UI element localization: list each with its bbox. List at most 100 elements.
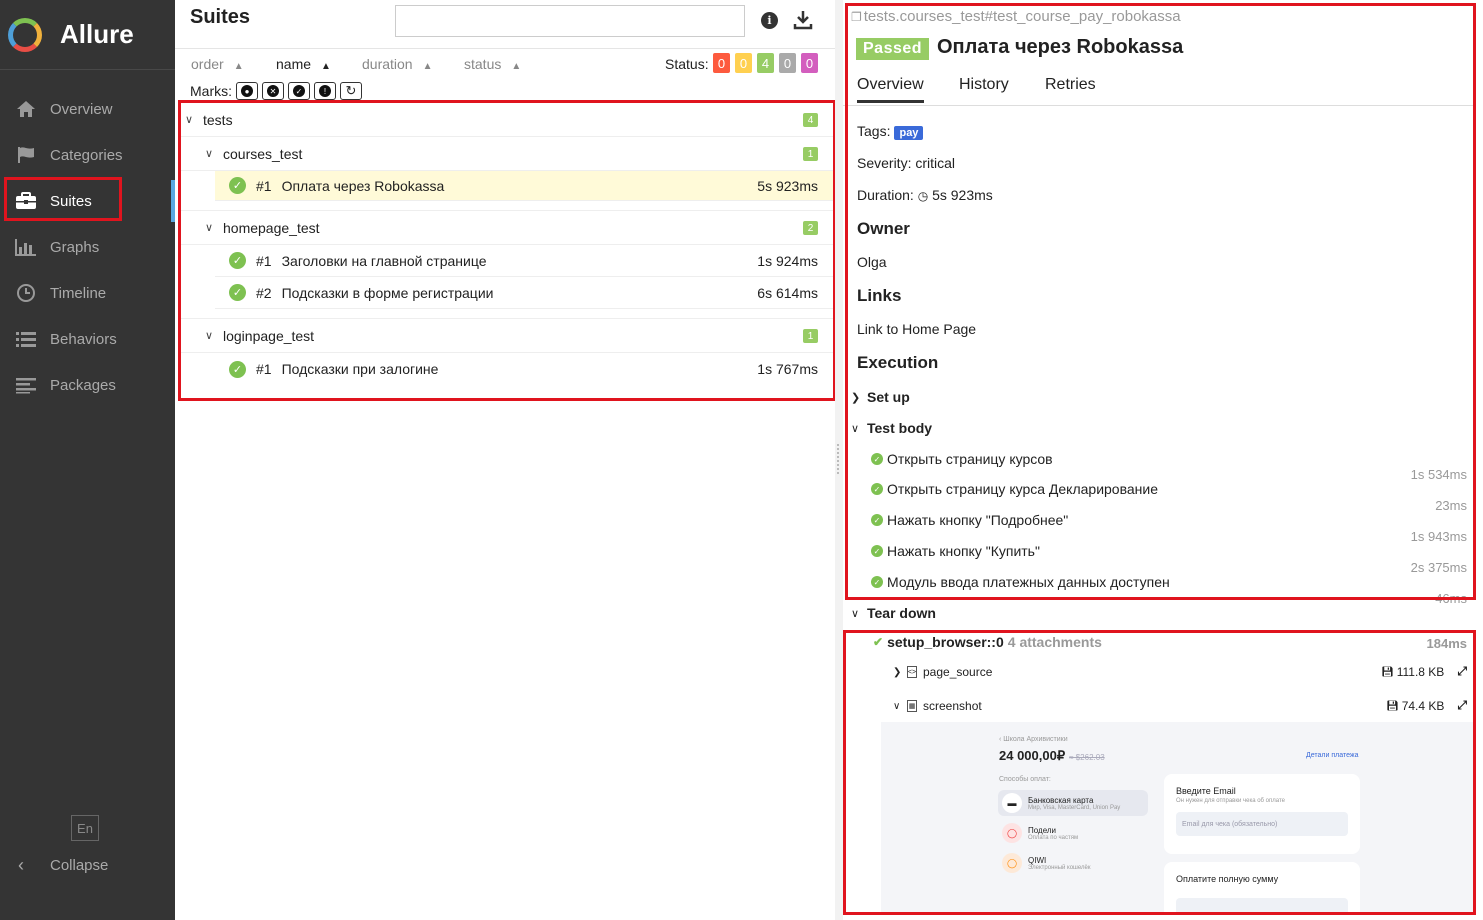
- sidebar-item-label: Suites: [50, 192, 92, 210]
- check-circle-icon: ✓: [293, 85, 305, 97]
- download-icon[interactable]: [793, 10, 813, 35]
- step-row[interactable]: ✓ Модуль ввода платежных данных доступен: [871, 574, 1170, 590]
- attachment-row-page-source[interactable]: ❯ <> page_source: [893, 665, 992, 679]
- file-image-icon: ▦: [907, 700, 917, 712]
- case-duration: 1s 924ms: [757, 252, 818, 269]
- sidebar-item-categories[interactable]: Categories: [0, 132, 175, 178]
- tree-group-homepage-test[interactable]: ∨ homepage_test 2: [180, 211, 835, 245]
- step-row[interactable]: ✓ Нажать кнопку "Подробнее": [871, 512, 1068, 528]
- marks-label: Marks:: [190, 83, 232, 99]
- tree-group-loginpage-test[interactable]: ∨ loginpage_test 1: [180, 319, 835, 353]
- flaky-mark-button[interactable]: ●: [236, 82, 258, 100]
- new-passed-mark-button[interactable]: ✓: [288, 82, 310, 100]
- tab-history[interactable]: History: [959, 76, 1009, 94]
- status-broken-badge[interactable]: 0: [735, 53, 752, 73]
- case-number: #1: [256, 361, 272, 377]
- back-link: ‹ Школа Архивистики: [999, 736, 1068, 743]
- case-name: Подсказки в форме регистрации: [281, 284, 494, 301]
- step-row[interactable]: ✓ Открыть страницу курсов: [871, 451, 1053, 467]
- list-icon: [14, 329, 38, 349]
- sort-bar: order ▲︎ name ▲︎ duration ▲︎ status ▲︎ Statu…: [175, 48, 835, 80]
- test-case-row[interactable]: ✓ #1 Оплата через Robokassa 5s 923ms: [215, 171, 835, 201]
- passed-check-icon: ✓: [229, 177, 246, 194]
- status-badge: Passed: [856, 38, 930, 60]
- new-failed-mark-button[interactable]: ✕: [262, 82, 284, 100]
- sort-arrows-icon: ▲︎: [233, 61, 244, 72]
- step-row[interactable]: ✓ Нажать кнопку "Купить": [871, 543, 1040, 559]
- step-duration: 46ms: [1435, 591, 1467, 606]
- copy-icon[interactable]: ❐: [851, 10, 862, 24]
- sidebar: Allure Overview Categories Suites Graphs: [0, 0, 175, 920]
- passed-count-badge: 4: [803, 113, 818, 127]
- status-failed-badge[interactable]: 0: [713, 53, 730, 73]
- exclamation-circle-icon: !: [319, 85, 331, 97]
- tree-group-courses-test[interactable]: ∨ courses_test 1: [180, 137, 835, 171]
- passed-check-icon: ✓: [871, 483, 883, 495]
- fixture-duration: 184ms: [1426, 636, 1467, 651]
- sort-duration[interactable]: duration ▲︎: [362, 56, 433, 72]
- full-amount-card: Оплатите полную сумму: [1164, 862, 1360, 914]
- collapse-button[interactable]: ‹ Collapse: [18, 855, 108, 876]
- sort-order[interactable]: order ▲︎: [191, 56, 244, 72]
- test-case-row[interactable]: ✓ #2 Подсказки в форме регистрации 6s 61…: [215, 277, 835, 309]
- status-passed-badge[interactable]: 4: [757, 53, 774, 73]
- language-switch[interactable]: En: [71, 815, 99, 841]
- tag-badge[interactable]: pay: [894, 126, 924, 140]
- payment-details-link: Детали платежа: [1306, 752, 1359, 759]
- sidebar-item-suites[interactable]: Suites: [0, 178, 175, 224]
- step-duration: 1s 943ms: [1410, 529, 1467, 544]
- expand-icon[interactable]: ⤢: [1457, 664, 1467, 679]
- sidebar-item-overview[interactable]: Overview: [0, 86, 175, 132]
- test-case-row[interactable]: ✓ #1 Заголовки на главной странице 1s 92…: [215, 245, 835, 277]
- sidebar-item-graphs[interactable]: Graphs: [0, 224, 175, 270]
- splitter-grip-icon[interactable]: [837, 444, 841, 474]
- sidebar-item-label: Behaviors: [50, 330, 117, 348]
- sort-name[interactable]: name ▲︎: [276, 56, 331, 72]
- screenshot-preview[interactable]: ‹ Школа Архивистики 24 000,00₽ ≈ $262.03 …: [881, 722, 1473, 914]
- status-unknown-badge[interactable]: 0: [801, 53, 818, 73]
- bar-chart-icon: [14, 237, 38, 257]
- case-name: Заголовки на главной странице: [281, 252, 487, 269]
- home-page-link[interactable]: Link to Home Page: [857, 321, 976, 337]
- expand-icon[interactable]: ⤢: [1457, 698, 1467, 713]
- set-up-section[interactable]: ❯ Set up: [851, 389, 910, 405]
- sidebar-item-timeline[interactable]: Timeline: [0, 270, 175, 316]
- severity-line: Severity: critical: [857, 155, 956, 171]
- bomb-icon: ●: [241, 85, 253, 97]
- times-circle-icon: ✕: [267, 85, 279, 97]
- sidebar-item-behaviors[interactable]: Behaviors: [0, 316, 175, 362]
- email-field: Email для чека (обязательно): [1176, 812, 1348, 836]
- info-icon[interactable]: i: [761, 12, 778, 29]
- step-row[interactable]: ✓ Открыть страницу курса Декларирование: [871, 481, 1158, 497]
- status-skipped-badge[interactable]: 0: [779, 53, 796, 73]
- chevron-right-icon: ❯: [851, 391, 861, 404]
- suites-pane: Suites i order ▲︎ name ▲︎ duration ▲︎ statu…: [175, 0, 835, 920]
- test-case-row[interactable]: ✓ #1 Подсказки при залогине 1s 767ms: [215, 353, 835, 385]
- passed-check-icon: ✓: [871, 545, 883, 557]
- retries-mark-button[interactable]: ↻: [340, 82, 362, 100]
- fixture-row[interactable]: ✔ setup_browser::0 4 attachments: [873, 634, 1102, 650]
- attachment-row-screenshot[interactable]: ∨ ▦ screenshot: [893, 699, 982, 713]
- file-code-icon: <>: [907, 666, 917, 678]
- tags-line: Tags: pay: [857, 123, 924, 140]
- brand[interactable]: Allure: [0, 0, 175, 70]
- test-body-section[interactable]: ∨ Test body: [851, 420, 932, 436]
- chevron-left-icon: ‹: [18, 855, 24, 875]
- refresh-icon: ↻: [345, 83, 357, 98]
- chevron-down-icon: ∨: [205, 222, 214, 234]
- chevron-down-icon: ✔: [873, 635, 884, 649]
- test-uid: ❐ tests.courses_test#test_course_pay_robo…: [851, 8, 1181, 25]
- search-input[interactable]: [395, 5, 745, 37]
- case-number: #1: [256, 252, 272, 269]
- new-broken-mark-button[interactable]: !: [314, 82, 336, 100]
- briefcase-icon: [14, 191, 38, 211]
- test-detail-pane: ❐ tests.courses_test#test_course_pay_robo…: [843, 0, 1483, 920]
- tree-group-tests[interactable]: ∨ tests 4: [180, 103, 835, 137]
- sort-status[interactable]: status ▲︎: [464, 56, 521, 72]
- payment-methods-label: Способы оплат:: [999, 776, 1051, 783]
- tab-overview[interactable]: Overview: [857, 76, 924, 103]
- sidebar-item-label: Graphs: [50, 238, 100, 256]
- tear-down-section[interactable]: ∨ Tear down: [851, 605, 936, 621]
- sidebar-item-packages[interactable]: Packages: [0, 362, 175, 408]
- tab-retries[interactable]: Retries: [1045, 76, 1096, 94]
